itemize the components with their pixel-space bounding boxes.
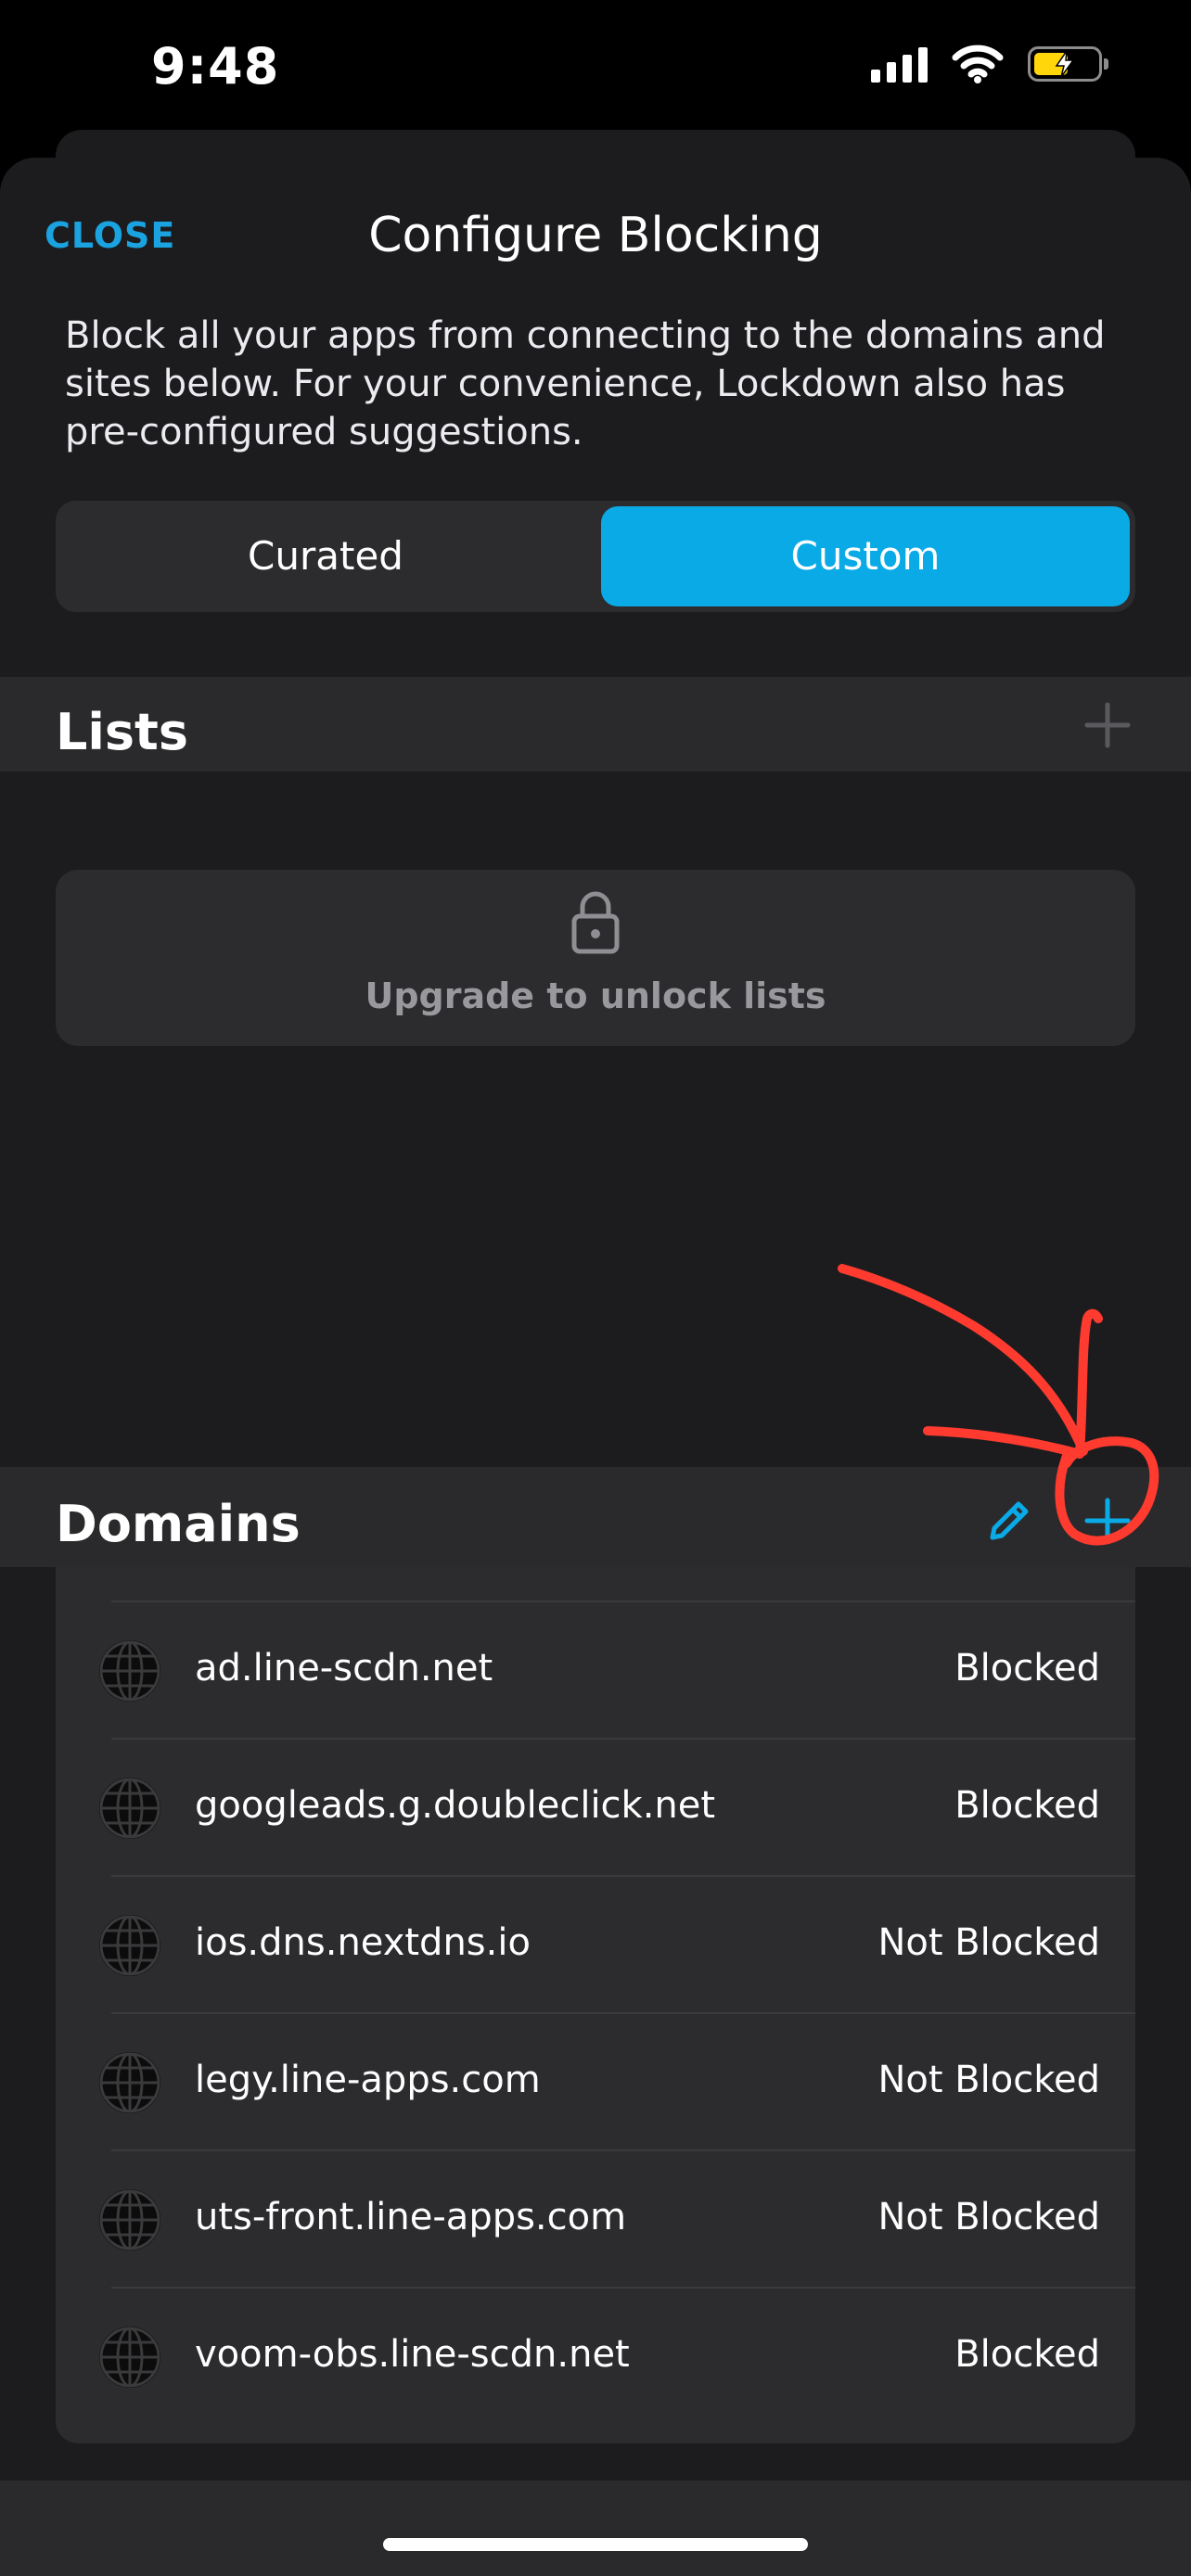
description-text: Block all your apps from connecting to t… bbox=[65, 314, 1106, 453]
segmented-control: Curated Custom bbox=[56, 501, 1135, 612]
domain-status: Not Blocked bbox=[877, 1921, 1100, 1964]
globe-icon bbox=[99, 1915, 160, 1976]
list-item[interactable]: googleads.g.doubleclick.net Blocked bbox=[56, 1740, 1135, 1877]
page-title: Configure Blocking bbox=[368, 208, 823, 263]
domain-name: uts-front.line-apps.com bbox=[195, 2196, 627, 2238]
lists-section-header: Lists bbox=[0, 677, 1191, 772]
globe-icon bbox=[99, 2189, 160, 2251]
domain-status: Blocked bbox=[954, 1784, 1100, 1827]
domain-name: legy.line-apps.com bbox=[195, 2059, 541, 2101]
domain-name: ad.line-scdn.net bbox=[195, 1647, 493, 1690]
globe-icon bbox=[99, 1640, 160, 1702]
domain-name: ios.dns.nextdns.io bbox=[195, 1921, 531, 1964]
annotation-arrow-circle bbox=[838, 1264, 1159, 1546]
domain-name: voom-obs.line-scdn.net bbox=[195, 2333, 630, 2376]
wifi-icon bbox=[952, 45, 1004, 83]
segment-curated[interactable]: Curated bbox=[61, 506, 590, 606]
domain-status: Not Blocked bbox=[877, 2059, 1100, 2101]
upgrade-text: Upgrade to unlock lists bbox=[365, 976, 826, 1016]
list-item[interactable]: uts-front.line-apps.com Not Blocked bbox=[56, 2151, 1135, 2289]
globe-icon bbox=[99, 1778, 160, 1839]
lists-title: Lists bbox=[56, 703, 189, 761]
list-item[interactable]: voom-obs.line-scdn.net Blocked bbox=[56, 2289, 1135, 2426]
domain-status: Not Blocked bbox=[877, 2196, 1100, 2238]
upgrade-lists-card[interactable]: Upgrade to unlock lists bbox=[56, 870, 1135, 1046]
add-list-icon[interactable] bbox=[1080, 697, 1135, 753]
globe-icon bbox=[99, 2327, 160, 2388]
domains-list: ad.line-scdn.net Blocked googleads.g.dou… bbox=[56, 1567, 1135, 2443]
domain-status: Blocked bbox=[954, 2333, 1100, 2376]
status-icons bbox=[871, 45, 1108, 83]
footer-bar bbox=[0, 2480, 1191, 2576]
segment-custom[interactable]: Custom bbox=[601, 506, 1130, 606]
domain-name: googleads.g.doubleclick.net bbox=[195, 1784, 716, 1827]
cellular-signal-icon bbox=[871, 45, 928, 83]
list-item[interactable]: legy.line-apps.com Not Blocked bbox=[56, 2014, 1135, 2151]
list-item[interactable]: ad.line-scdn.net Blocked bbox=[56, 1602, 1135, 1740]
domains-title: Domains bbox=[56, 1495, 301, 1553]
status-time: 9:48 bbox=[151, 37, 280, 96]
home-indicator[interactable] bbox=[383, 2538, 808, 2551]
list-item[interactable]: ios.dns.nextdns.io Not Blocked bbox=[56, 1877, 1135, 2014]
globe-icon bbox=[99, 2052, 160, 2113]
domain-status: Blocked bbox=[954, 1647, 1100, 1690]
battery-charging-icon bbox=[1028, 46, 1108, 82]
lock-icon bbox=[571, 891, 620, 954]
